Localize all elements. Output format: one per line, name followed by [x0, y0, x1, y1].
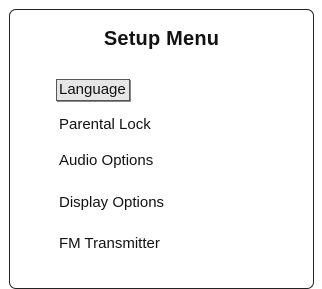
menu-item-fm-transmitter[interactable]: FM Transmitter [59, 234, 160, 254]
menu-item-display-options[interactable]: Display Options [59, 193, 164, 213]
setup-menu-list: Language Parental Lock Audio Options Dis… [56, 10, 296, 288]
menu-item-audio-options[interactable]: Audio Options [59, 151, 153, 171]
menu-item-parental-lock[interactable]: Parental Lock [59, 115, 151, 135]
menu-item-language[interactable]: Language [56, 79, 130, 101]
setup-menu-panel: Setup Menu Language Parental Lock Audio … [9, 9, 314, 289]
